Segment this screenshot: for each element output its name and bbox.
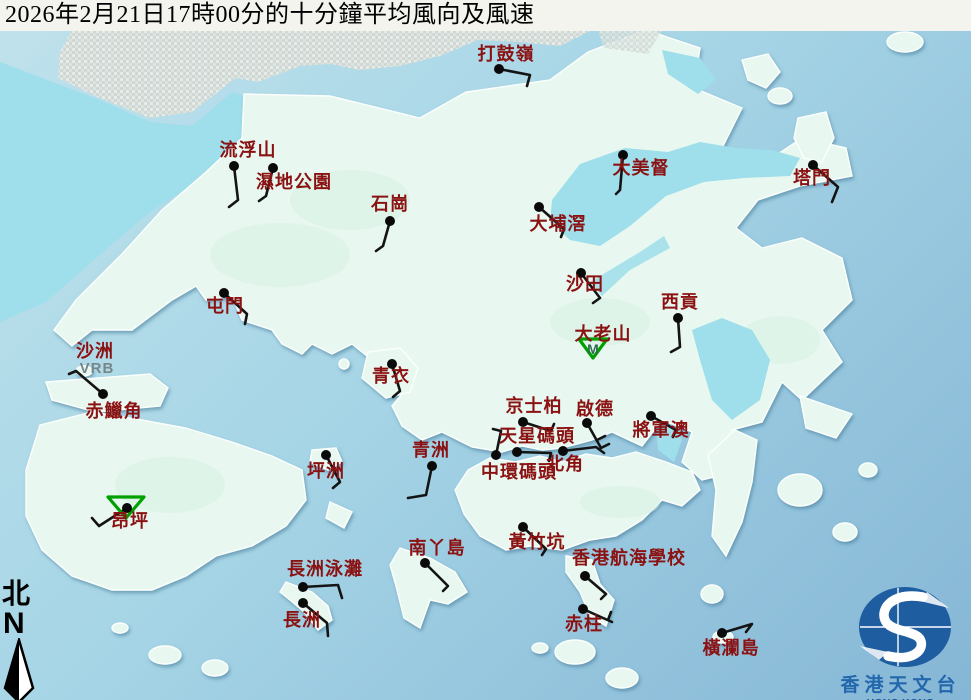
lau-fau-shan-station-dot[interactable] [229,161,239,171]
stanley-wind-barb [608,612,611,620]
chek-lap-kok-wind-barb [69,371,103,394]
wong-chuk-hang-wind-barb [523,527,546,555]
kai-tak-station-dot[interactable] [582,418,592,428]
tuen-mun-wind-barb [224,293,247,324]
lamma-island-wind-barb [425,563,448,591]
star-ferry-pier-wind-barb [517,452,551,461]
green-island-station-dot[interactable] [427,461,437,471]
north-compass: 北 N [2,580,42,700]
north-point-station-dot[interactable] [558,446,568,456]
wind-map-page: M 打鼓嶺流浮山濕地公園石崗大美督塔門大埔滘沙田西貢大老山沙洲VRB赤鱲角屯門青… [0,0,971,700]
green-island-wind-barb [408,466,432,498]
star-ferry-pier-station-dot[interactable] [512,447,522,457]
ngong-ping-station-dot[interactable] [122,503,132,513]
hko-logo-icon [830,580,971,668]
stanley-station-dot[interactable] [578,604,588,614]
cheung-chau-beach-wind-barb [303,585,342,598]
tai-po-kau-station-dot[interactable] [534,202,544,212]
tap-mun-wind-barb [813,165,838,202]
station-layer: M [0,0,971,700]
compass-north-hanzi: 北 [2,580,42,610]
sai-kung-station-dot[interactable] [673,313,683,323]
peng-chau-wind-barb [326,455,340,488]
tai-mei-tuk-wind-barb [616,155,623,194]
shek-kong-station-dot[interactable] [385,216,395,226]
kings-park-station-dot[interactable] [518,417,528,427]
kai-tak-wind-barb [597,436,605,440]
ta-kwu-ling-station-dot[interactable] [494,64,504,74]
lau-fau-shan-wind-barb [229,166,238,207]
tsing-yi-wind-barb [392,364,400,397]
tates-cairn-m-flag: M [587,341,599,357]
hko-logo: 香港天文台 HONG KONG OBSERVATORY [830,580,971,700]
map-title: 2026年2月21日17時00分的十分鐘平均風向及風速 [0,0,971,31]
wong-chuk-hang-station-dot[interactable] [518,522,528,532]
waglan-island-station-dot[interactable] [717,628,727,638]
tseung-kwan-o-station-dot[interactable] [646,411,656,421]
hko-logo-name-zh: 香港天文台 [830,675,971,697]
tuen-mun-station-dot[interactable] [219,288,229,298]
sha-tin-station-dot[interactable] [576,268,586,278]
compass-north-letter: N [3,610,42,638]
tai-po-kau-wind-barb [539,207,564,237]
hk-sea-school-station-dot[interactable] [580,571,590,581]
sai-kung-wind-barb [671,318,680,352]
wetland-park-wind-barb [259,168,273,201]
chek-lap-kok-station-dot[interactable] [98,389,108,399]
cheung-chau-station-dot[interactable] [298,598,308,608]
lamma-island-station-dot[interactable] [420,558,430,568]
sha-tin-wind-barb [581,273,600,303]
ta-kwu-ling-wind-barb [499,69,530,86]
tap-mun-station-dot[interactable] [808,160,818,170]
north-arrow-icon [2,638,38,700]
tsing-yi-station-dot[interactable] [387,359,397,369]
peng-chau-station-dot[interactable] [321,450,331,460]
tai-mei-tuk-station-dot[interactable] [618,150,628,160]
central-pier-station-dot[interactable] [491,450,501,460]
wetland-park-station-dot[interactable] [268,163,278,173]
cheung-chau-beach-station-dot[interactable] [298,582,308,592]
north-point-wind-barb [563,447,604,453]
cheung-chau-wind-barb [303,603,328,636]
